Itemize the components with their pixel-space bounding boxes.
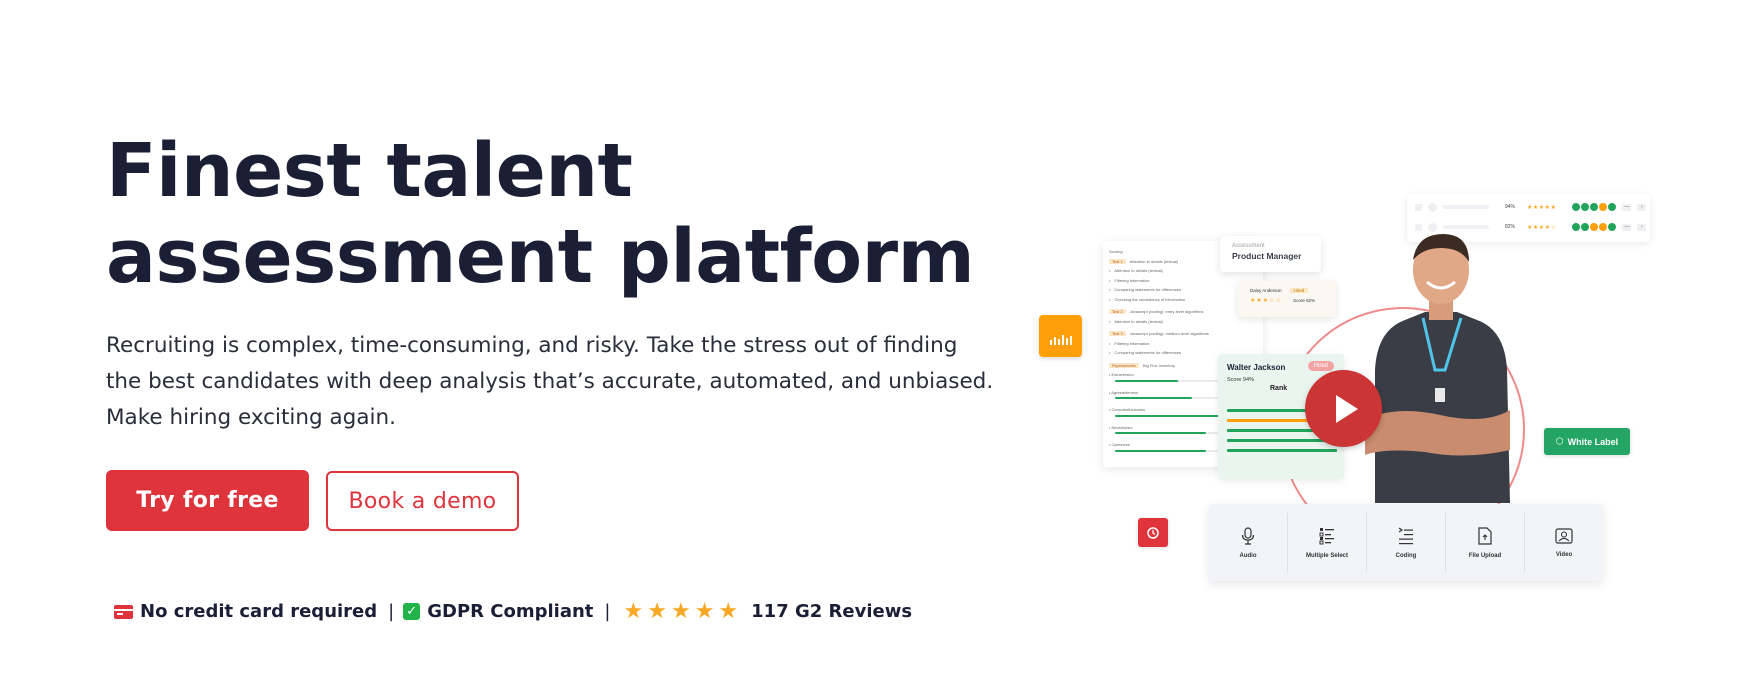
trait-dots — [1572, 223, 1617, 231]
white-label-badge: ⬡ White Label — [1544, 428, 1630, 455]
assessment-title: Product Manager — [1232, 251, 1302, 261]
question-type-coding: Coding — [1367, 513, 1446, 572]
type-label: Audio — [1239, 552, 1257, 559]
microphone-icon — [1241, 526, 1255, 545]
walter-rank: Rank — [1270, 385, 1288, 392]
g2-reviews-link[interactable]: 117 G2 Reviews — [751, 601, 912, 622]
type-label: File Upload — [1468, 552, 1502, 559]
candidate-name: Daisy Anderson — [1250, 288, 1282, 293]
ranking-stars: ★★★★★ — [1527, 204, 1557, 211]
code-icon — [1398, 527, 1413, 544]
try-for-free-button[interactable]: Try for free — [106, 470, 309, 531]
checkbox — [1415, 203, 1422, 211]
question-type-audio: Audio — [1209, 513, 1288, 572]
credit-card-icon — [114, 604, 133, 619]
trait-dots — [1572, 203, 1617, 211]
book-demo-button[interactable]: Book a demo — [326, 471, 519, 531]
gdpr-label: GDPR Compliant — [427, 601, 594, 622]
score-bar — [1227, 449, 1337, 452]
star-icon: ★ — [647, 598, 667, 624]
test-tag: Test 3 — [1109, 331, 1126, 337]
separator: | — [604, 601, 611, 622]
headline-line-1: Finest talent — [106, 128, 633, 214]
test-tag: Test 2 — [1109, 309, 1126, 315]
list-icon — [1319, 527, 1334, 544]
question-type-multiple-select: Multiple Select — [1288, 513, 1367, 572]
candidate-card: Daisy Anderson Hired ★★★☆☆ Score 82% — [1238, 281, 1336, 317]
hero-section: Finest talent assessment platform Recrui… — [106, 128, 1006, 436]
test-tag: Test 1 — [1109, 258, 1126, 264]
test-item: Comparing statements for differences — [1114, 287, 1182, 293]
star-icon: ★ — [670, 598, 691, 624]
star-icon: ★ — [718, 598, 739, 624]
candidate-stars: ★★★☆☆ — [1250, 298, 1282, 304]
test-title: Javascript (coding): medium-level algori… — [1129, 331, 1209, 337]
test-item: Attention to details (textual) — [1114, 318, 1163, 324]
file-upload-icon — [1478, 526, 1492, 545]
person-photo — [1365, 234, 1510, 503]
ranking-percent: 94% — [1505, 204, 1516, 210]
separator: | — [388, 601, 395, 622]
hired-badge: Hired — [1307, 361, 1334, 371]
test-title: Attention to details (textual) — [1129, 258, 1179, 264]
trait-bar-fill — [1115, 432, 1206, 434]
assessment-card: Assessment Product Manager — [1220, 236, 1321, 272]
type-label: Video — [1555, 551, 1573, 558]
test-title: Javascript (coding): entry-level algorit… — [1129, 309, 1204, 315]
star-icon: ★ — [694, 598, 715, 624]
analytics-icon — [1039, 315, 1082, 357]
rating-stars: ★ ★ ★ ★ ★ — [623, 598, 739, 624]
type-label: Coding — [1395, 552, 1417, 559]
more-button: — — [1622, 203, 1632, 211]
trait-bar-fill — [1115, 397, 1192, 399]
question-types-bar: Audio Multiple Select Coding File Upload… — [1209, 504, 1603, 581]
test-item: Filtering information — [1114, 340, 1150, 346]
test-item: Checking the consistency of information — [1114, 296, 1186, 302]
psychometric-tag: Psychometric — [1109, 362, 1140, 368]
ranking-row: 94% ★★★★★ — › — [1415, 202, 1647, 212]
video-icon — [1555, 527, 1573, 544]
tag-icon: ⬡ — [1555, 436, 1564, 446]
white-label-text: White Label — [1567, 436, 1619, 447]
type-label: Multiple Select — [1305, 552, 1348, 559]
trait-bar-fill — [1115, 449, 1206, 452]
test-item: Attention to details (textual) — [1114, 268, 1163, 274]
hero-illustration: Scoring Test 1 Attention to details (text… — [1020, 180, 1660, 581]
test-item: Comparing statements for differences — [1114, 350, 1182, 356]
question-type-file-upload: File Upload — [1446, 513, 1525, 572]
question-type-video: Video — [1525, 513, 1603, 572]
avatar — [1428, 202, 1437, 212]
no-credit-card-label: No credit card required — [140, 601, 378, 622]
candidate-score: Score 82% — [1293, 298, 1316, 303]
more-button: — — [1622, 223, 1632, 231]
hired-badge: Hired — [1289, 288, 1309, 293]
test-item: Filtering information — [1114, 277, 1150, 283]
headline-line-2: assessment platform — [106, 214, 975, 300]
psychometric-title: Big Five Inventory — [1143, 362, 1176, 368]
play-video-button[interactable] — [1305, 370, 1382, 447]
check-square-icon: ✓ — [403, 603, 421, 620]
trust-badges: No credit card required | ✓ GDPR Complia… — [114, 598, 912, 624]
cta-row: Try for free Book a demo — [106, 470, 519, 531]
ranking-stars: ★★★★☆ — [1527, 224, 1557, 231]
hero-headline: Finest talent assessment platform — [106, 128, 1006, 300]
next-button: › — [1637, 203, 1647, 211]
star-icon: ★ — [623, 598, 644, 624]
assessment-label: Assessment — [1232, 243, 1265, 249]
trait-bar-fill — [1115, 379, 1178, 382]
hero-subtext: Recruiting is complex, time-consuming, a… — [106, 333, 994, 430]
next-button: › — [1637, 223, 1647, 231]
clock-icon — [1138, 518, 1168, 547]
